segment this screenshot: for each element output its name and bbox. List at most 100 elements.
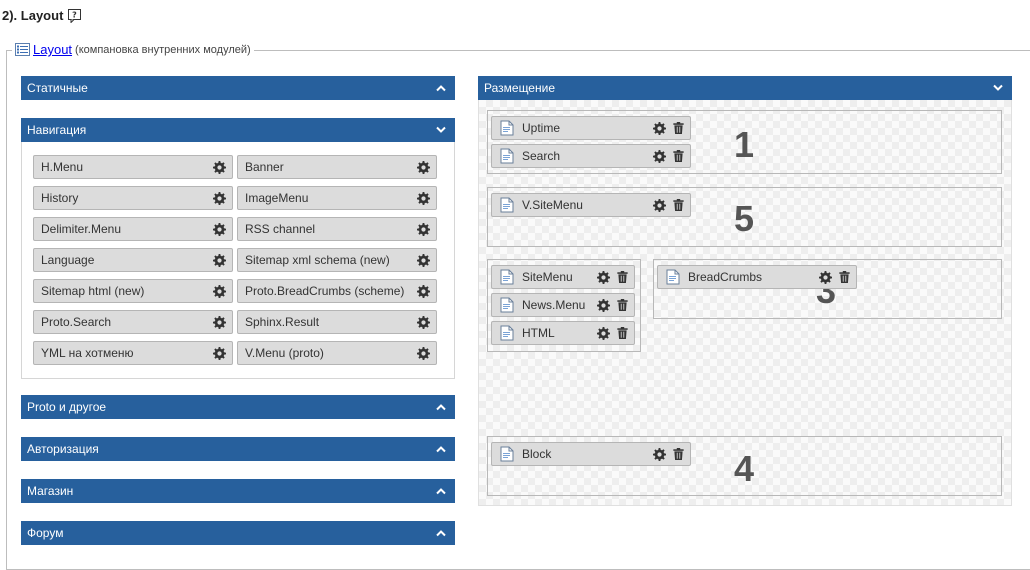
module-label: Sphinx.Result — [245, 315, 320, 329]
layout-link[interactable]: Layout — [33, 42, 72, 57]
chevron-up-icon — [436, 84, 446, 92]
module-label: Delimiter.Menu — [41, 222, 122, 236]
module-label: RSS channel — [245, 222, 316, 236]
gear-icon[interactable] — [417, 285, 430, 298]
module-label: Proto.Search — [41, 315, 112, 329]
chevron-up-icon — [436, 487, 446, 495]
panel-navigation[interactable]: Навигация — [21, 118, 455, 142]
gear-icon[interactable] — [653, 199, 666, 212]
gear-icon[interactable] — [597, 299, 610, 312]
panel-static[interactable]: Статичные — [21, 76, 455, 100]
gear-icon[interactable] — [819, 271, 832, 284]
module-item[interactable]: Sitemap html (new) — [33, 279, 233, 303]
placed-module[interactable]: HTML — [491, 321, 635, 345]
gear-icon[interactable] — [653, 150, 666, 163]
module-label: Sitemap html (new) — [41, 284, 145, 298]
gear-icon[interactable] — [213, 347, 226, 360]
module-label: YML на хотменю — [41, 346, 134, 360]
trash-icon[interactable] — [617, 327, 628, 339]
page-icon — [499, 269, 515, 285]
module-item[interactable]: History — [33, 186, 233, 210]
module-item[interactable]: ImageMenu — [237, 186, 437, 210]
page-icon — [499, 148, 515, 164]
module-label: Sitemap xml schema (new) — [245, 253, 390, 267]
gear-icon[interactable] — [213, 192, 226, 205]
panel-shop-label: Магазин — [27, 484, 74, 498]
module-label: Block — [522, 447, 552, 461]
panel-proto[interactable]: Proto и другое — [21, 395, 455, 419]
module-item[interactable]: RSS channel — [237, 217, 437, 241]
fieldset-legend: Layout (компановка внутренних модулей) — [12, 42, 254, 57]
gear-icon[interactable] — [653, 122, 666, 135]
trash-icon[interactable] — [673, 448, 684, 460]
gear-icon[interactable] — [213, 254, 226, 267]
page-icon — [665, 269, 681, 285]
panel-auth[interactable]: Авторизация — [21, 437, 455, 461]
svg-text:?: ? — [73, 10, 78, 19]
page-title-text: 2). Layout — [2, 8, 64, 23]
module-item[interactable]: Proto.Search — [33, 310, 233, 334]
chevron-down-icon — [993, 84, 1003, 92]
zone-number: 5 — [734, 198, 755, 239]
trash-icon[interactable] — [839, 271, 850, 283]
module-label: H.Menu — [41, 160, 84, 174]
panel-forum-label: Форум — [27, 526, 64, 540]
gear-icon[interactable] — [417, 223, 430, 236]
gear-icon[interactable] — [417, 192, 430, 205]
chevron-up-icon — [436, 445, 446, 453]
placed-module[interactable]: SiteMenu — [491, 265, 635, 289]
page-icon — [499, 325, 515, 341]
placed-module[interactable]: V.SiteMenu — [491, 193, 691, 217]
placed-module[interactable]: News.Menu — [491, 293, 635, 317]
trash-icon[interactable] — [617, 271, 628, 283]
chevron-up-icon — [436, 403, 446, 411]
module-label: V.SiteMenu — [522, 198, 583, 212]
help-icon[interactable]: ? — [68, 8, 82, 24]
module-item[interactable]: Delimiter.Menu — [33, 217, 233, 241]
module-item[interactable]: Sphinx.Result — [237, 310, 437, 334]
gear-icon[interactable] — [597, 327, 610, 340]
module-item[interactable]: V.Menu (proto) — [237, 341, 437, 365]
module-label: V.Menu (proto) — [245, 346, 324, 360]
placed-module[interactable]: Uptime — [491, 116, 691, 140]
gear-icon[interactable] — [417, 316, 430, 329]
list-icon — [15, 43, 30, 56]
panel-shop[interactable]: Магазин — [21, 479, 455, 503]
module-item[interactable]: YML на хотменю — [33, 341, 233, 365]
gear-icon[interactable] — [417, 161, 430, 174]
placed-module[interactable]: BreadCrumbs — [657, 265, 857, 289]
gear-icon[interactable] — [213, 285, 226, 298]
gear-icon[interactable] — [213, 223, 226, 236]
page-icon — [499, 297, 515, 313]
trash-icon[interactable] — [673, 150, 684, 162]
gear-icon[interactable] — [653, 448, 666, 461]
placed-module[interactable]: Block — [491, 442, 691, 466]
trash-icon[interactable] — [617, 299, 628, 311]
module-item[interactable]: Sitemap xml schema (new) — [237, 248, 437, 272]
gear-icon[interactable] — [417, 347, 430, 360]
gear-icon[interactable] — [417, 254, 430, 267]
module-label: Proto.BreadCrumbs (scheme) — [245, 284, 405, 298]
gear-icon[interactable] — [597, 271, 610, 284]
gear-icon[interactable] — [213, 161, 226, 174]
trash-icon[interactable] — [673, 122, 684, 134]
zone-number: 4 — [734, 448, 755, 489]
panel-forum[interactable]: Форум — [21, 521, 455, 545]
module-item[interactable]: Banner — [237, 155, 437, 179]
trash-icon[interactable] — [673, 199, 684, 211]
module-item[interactable]: H.Menu — [33, 155, 233, 179]
module-label: News.Menu — [522, 298, 586, 312]
module-label: SiteMenu — [522, 270, 573, 284]
page-title: 2). Layout ? — [2, 8, 82, 24]
module-label: Uptime — [522, 121, 561, 135]
module-item[interactable]: Language — [33, 248, 233, 272]
panel-placement[interactable]: Размещение — [478, 76, 1012, 100]
chevron-down-icon — [436, 126, 446, 134]
page-icon — [499, 446, 515, 462]
module-item[interactable]: Proto.BreadCrumbs (scheme) — [237, 279, 437, 303]
chevron-up-icon — [436, 529, 446, 537]
page-icon — [499, 197, 515, 213]
gear-icon[interactable] — [213, 316, 226, 329]
module-label: ImageMenu — [245, 191, 309, 205]
placed-module[interactable]: Search — [491, 144, 691, 168]
